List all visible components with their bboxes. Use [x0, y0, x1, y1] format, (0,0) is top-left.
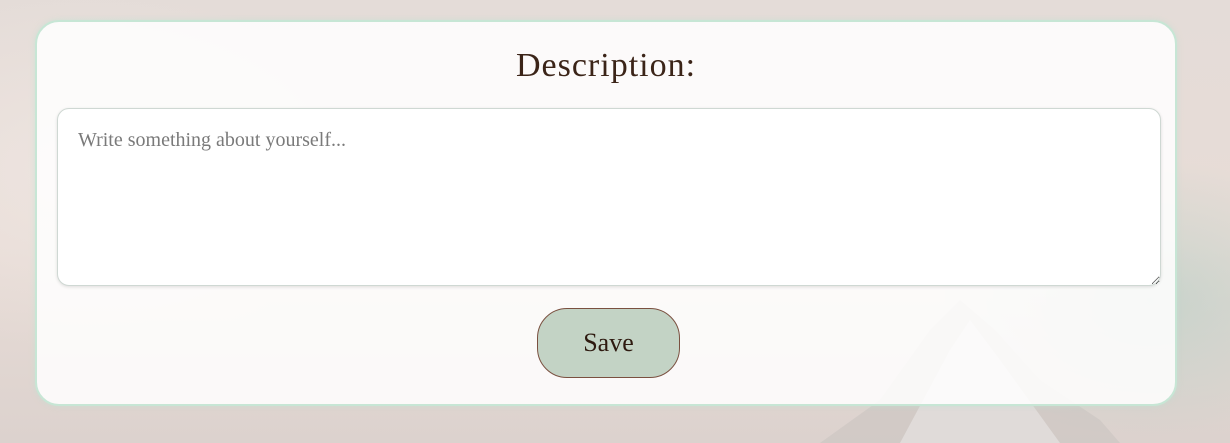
save-button[interactable]: Save: [537, 308, 680, 378]
description-title: Description:: [515, 47, 697, 84]
description-textarea[interactable]: [57, 108, 1161, 286]
description-card: Description: Save: [35, 20, 1177, 406]
